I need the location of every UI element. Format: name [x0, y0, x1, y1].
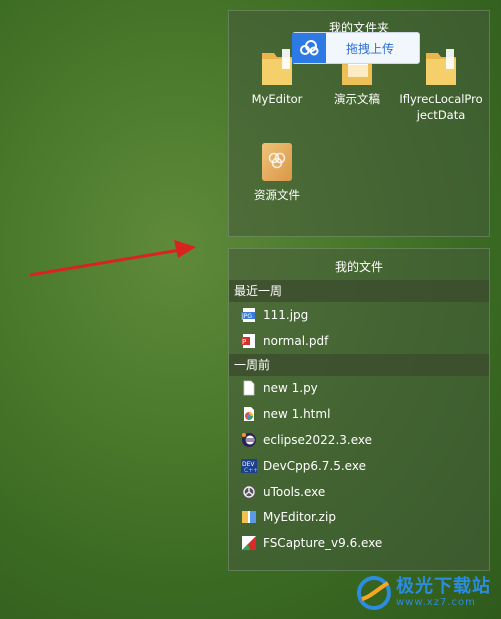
html-file-icon	[241, 406, 257, 422]
file-row[interactable]: JPG 111.jpg	[229, 302, 489, 328]
file-name: new 1.html	[263, 407, 331, 422]
watermark-url: www.xz7.com	[396, 597, 476, 608]
fscapture-icon	[241, 535, 257, 551]
file-name: FSCapture_v9.6.exe	[263, 536, 383, 551]
folder-icon	[424, 45, 458, 87]
file-row[interactable]: DEV C++ DevCpp6.7.5.exe	[229, 453, 489, 479]
folder-label: IflyrecLocalProjectData	[399, 92, 483, 122]
file-row[interactable]: uTools.exe	[229, 479, 489, 505]
file-name: DevCpp6.7.5.exe	[263, 458, 366, 473]
devcpp-icon: DEV C++	[241, 458, 258, 474]
file-row[interactable]: P normal.pdf	[229, 328, 489, 354]
jpg-file-icon: JPG	[241, 307, 257, 323]
folder-resources[interactable]: 资源文件	[242, 141, 312, 203]
file-name: uTools.exe	[263, 484, 326, 499]
my-files-title: 我的文件	[334, 260, 383, 274]
folder-label: 资源文件	[254, 188, 300, 202]
file-name: eclipse2022.3.exe	[263, 433, 372, 448]
file-name: normal.pdf	[263, 333, 329, 348]
upload-button-label: 拖拽上传	[346, 41, 395, 56]
file-name: MyEditor.zip	[263, 510, 336, 525]
resource-folder-icon	[260, 141, 294, 183]
drag-upload-button[interactable]: 拖拽上传	[292, 32, 420, 64]
cloud-upload-icon	[292, 33, 326, 63]
section-header-week-ago: 一周前	[229, 353, 489, 376]
utools-icon	[241, 484, 257, 500]
site-watermark: 极光下载站 www.xz7.com	[356, 575, 491, 611]
eclipse-icon	[241, 432, 257, 448]
folder-label: 演示文稿	[334, 92, 380, 106]
svg-text:P: P	[242, 338, 246, 346]
aurora-logo-icon	[357, 576, 391, 610]
svg-text:C++: C++	[244, 467, 257, 474]
svg-text:JPG: JPG	[241, 313, 252, 320]
folder-label: MyEditor	[251, 92, 303, 106]
file-row[interactable]: FSCapture_v9.6.exe	[229, 530, 489, 556]
file-name: 111.jpg	[263, 307, 309, 322]
file-row[interactable]: new 1.html	[229, 401, 489, 427]
zip-file-icon	[241, 509, 257, 525]
watermark-title: 极光下载站	[396, 576, 491, 597]
blank-file-icon	[241, 380, 257, 396]
file-name: new 1.py	[263, 381, 318, 396]
folder-icon	[260, 45, 294, 87]
section-header-recent-week: 最近一周	[229, 280, 489, 302]
file-row[interactable]: eclipse2022.3.exe	[229, 427, 489, 453]
file-row[interactable]: new 1.py	[229, 376, 489, 402]
my-files-panel: 我的文件 最近一周 JPG 111.jpg P normal.pdf 一周前 n…	[228, 248, 490, 571]
file-row[interactable]: MyEditor.zip	[229, 505, 489, 531]
pdf-file-icon: P	[241, 333, 257, 349]
